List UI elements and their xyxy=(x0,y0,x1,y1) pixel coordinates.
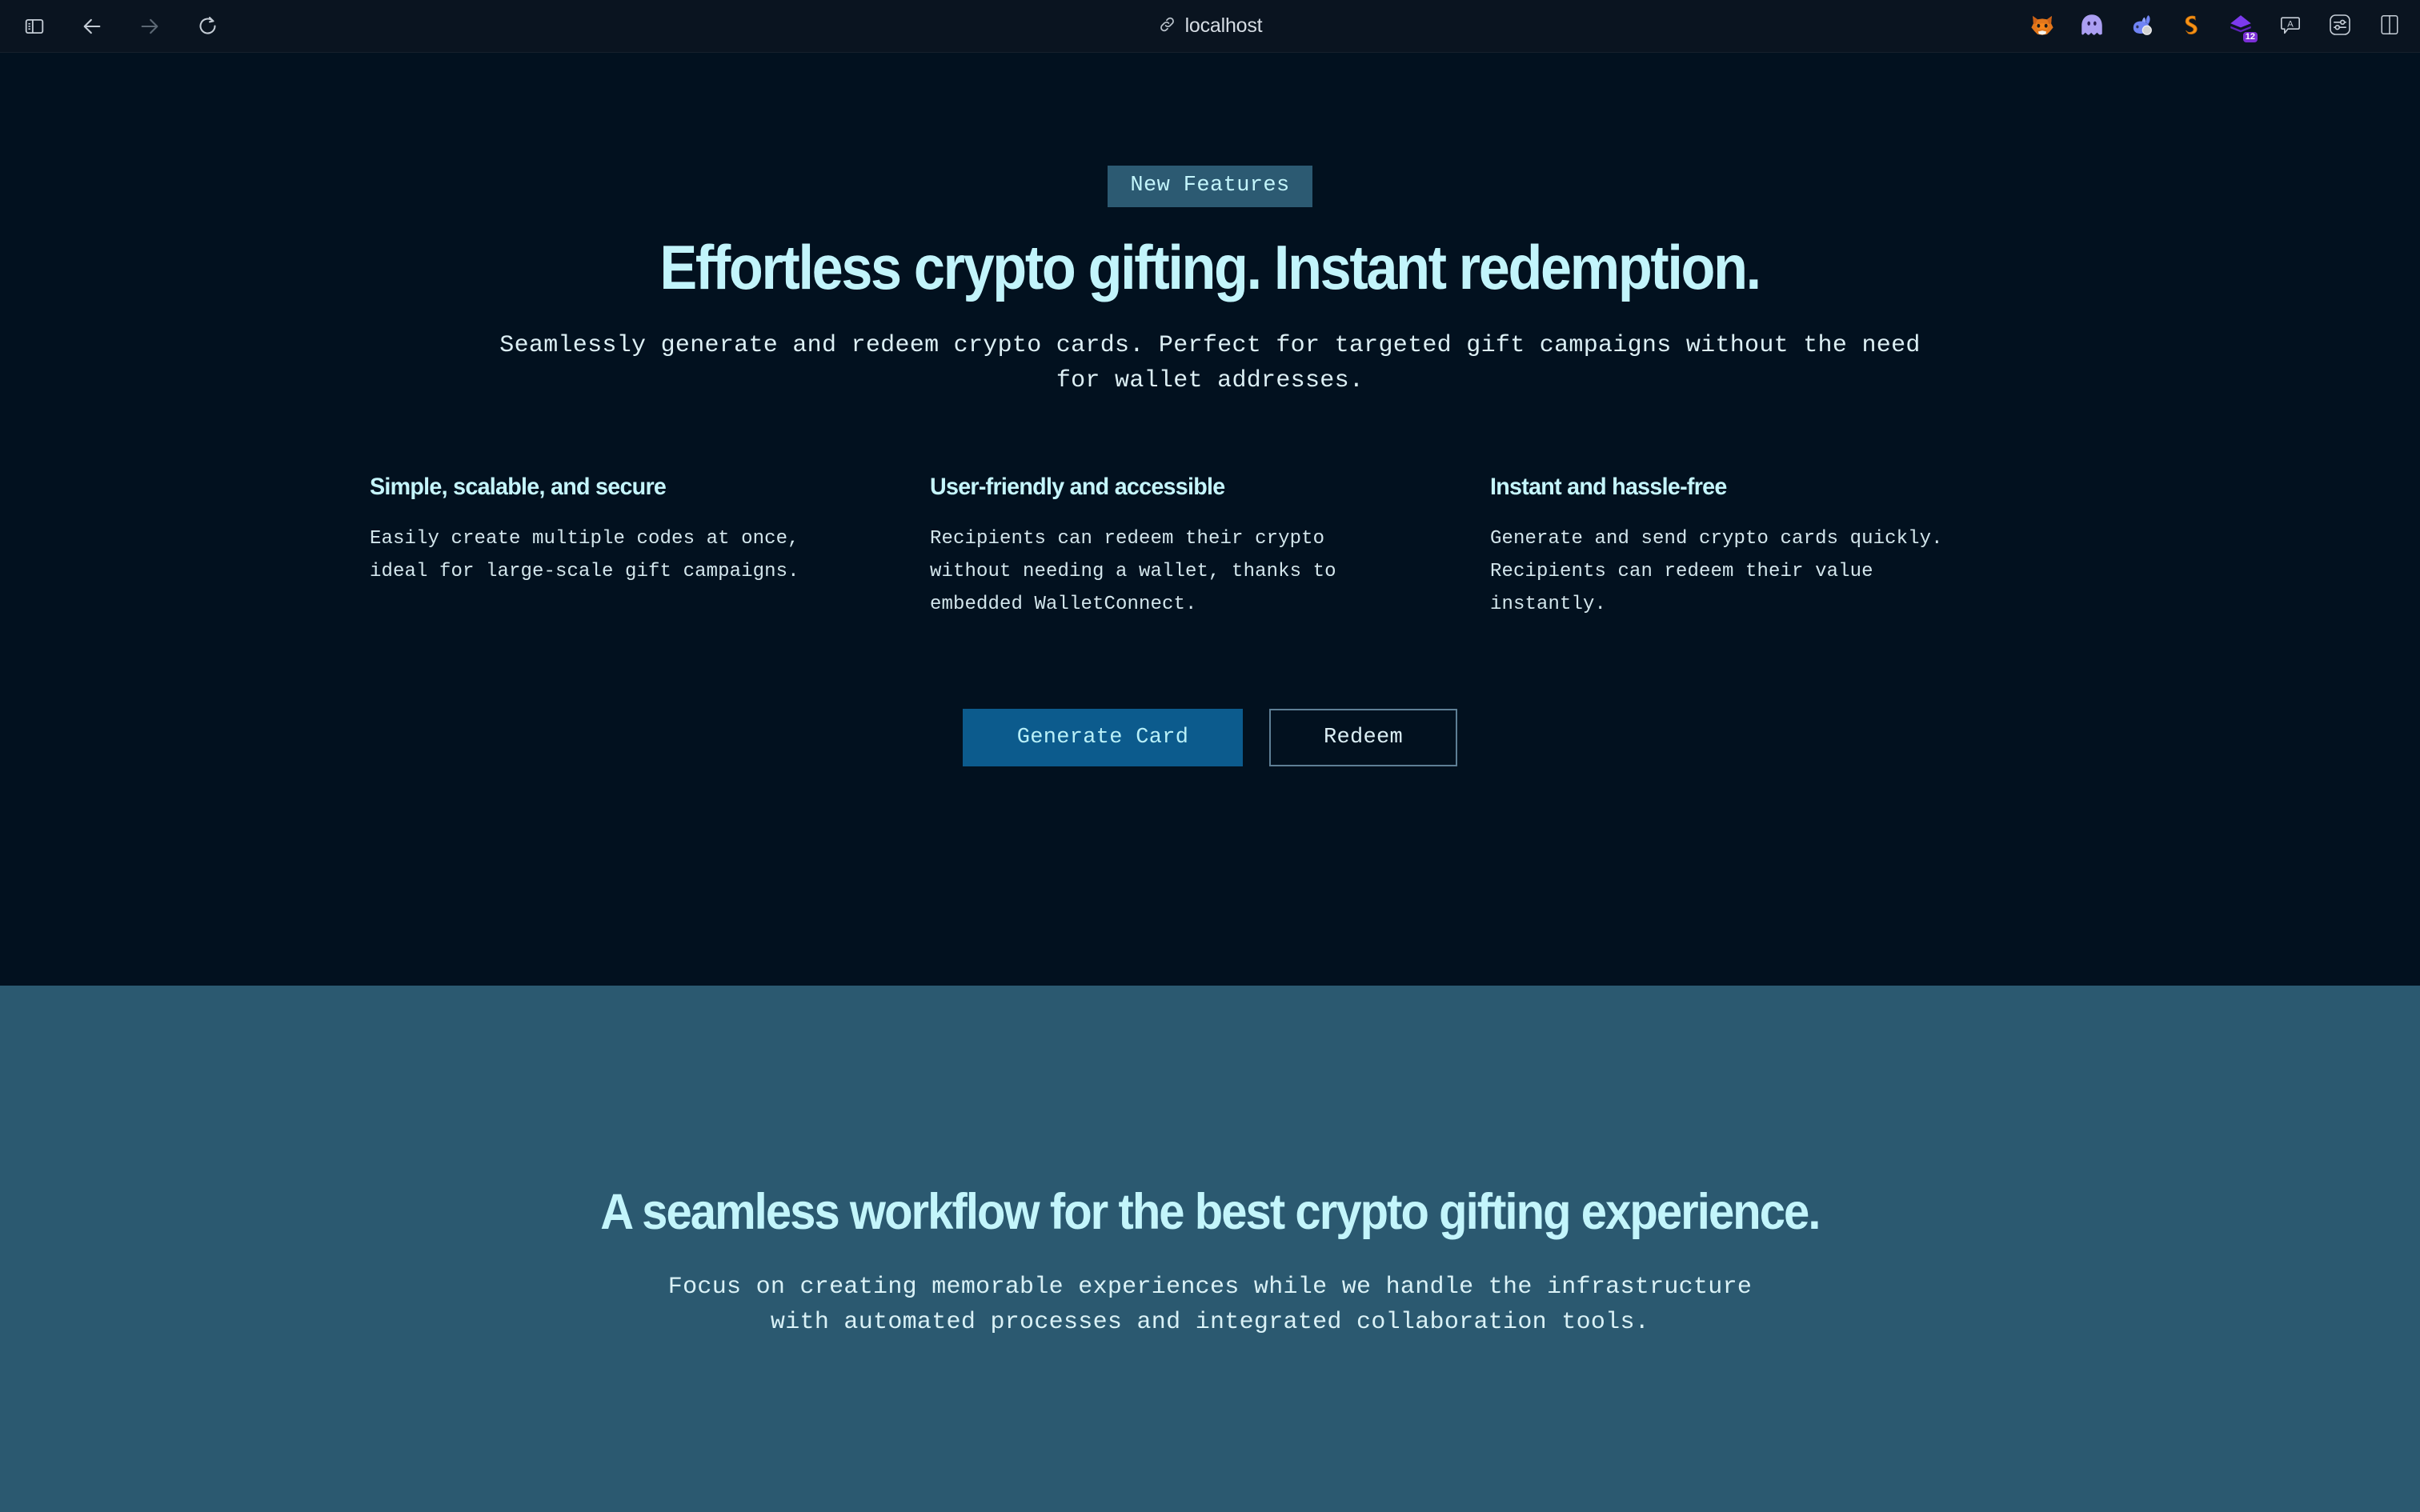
feature-title: Instant and hassle-free xyxy=(1490,473,1727,500)
sidebar-panel-icon xyxy=(24,16,45,37)
arrow-right-icon xyxy=(138,15,161,38)
hero-section: New Features Effortless crypto gifting. … xyxy=(0,53,2420,986)
arrow-left-icon xyxy=(81,15,103,38)
sidebar-toggle-button[interactable] xyxy=(18,10,51,43)
browser-nav-controls xyxy=(0,10,224,43)
snap-extension-button[interactable] xyxy=(2175,10,2207,42)
fox-icon xyxy=(2029,11,2056,42)
rabbit-icon xyxy=(2128,11,2155,42)
address-bar[interactable]: localhost xyxy=(1147,10,1274,42)
cta-button-row: Generate Card Redeem xyxy=(963,709,1457,767)
split-view-toggle-button[interactable] xyxy=(2374,10,2406,42)
translate-extension-button[interactable]: A xyxy=(2274,10,2306,42)
extension-toolbar: 12 A xyxy=(2026,0,2406,53)
workflow-subtitle: Focus on creating memorable experiences … xyxy=(667,1274,1753,1337)
address-bar-url: localhost xyxy=(1184,14,1263,37)
workflow-section: A seamless workflow for the best crypto … xyxy=(0,986,2420,1512)
redeem-button[interactable]: Redeem xyxy=(1269,709,1457,767)
diamond-extension-button[interactable]: 12 xyxy=(2225,10,2258,42)
extension-badge-count: 12 xyxy=(2242,32,2258,42)
phantom-wallet-extension-button[interactable] xyxy=(2076,10,2108,42)
reload-button[interactable] xyxy=(190,10,224,43)
reload-icon xyxy=(197,15,218,37)
feature-body: Generate and send crypto cards quickly. … xyxy=(1490,527,1943,616)
metamask-extension-button[interactable] xyxy=(2026,10,2058,42)
feature-title: Simple, scalable, and secure xyxy=(370,473,667,500)
settings-extension-button[interactable] xyxy=(2324,10,2356,42)
hero-title: Effortless crypto gifting. Instant redem… xyxy=(659,232,1762,302)
generate-card-button[interactable]: Generate Card xyxy=(963,709,1243,767)
split-panel-icon xyxy=(2378,13,2402,41)
feature-column-user-friendly-accessible: User-friendly and accessible Recipients … xyxy=(930,474,1490,622)
feature-title: User-friendly and accessible xyxy=(930,473,1225,500)
feature-body: Easily create multiple codes at once, id… xyxy=(370,527,799,582)
feature-columns: Simple, scalable, and secure Easily crea… xyxy=(370,474,2050,622)
ghost-icon xyxy=(2078,11,2105,42)
feature-body: Recipients can redeem their crypto witho… xyxy=(930,527,1336,616)
browser-toolbar: localhost 12 A xyxy=(0,0,2420,53)
svg-text:A: A xyxy=(2287,19,2294,29)
link-icon xyxy=(1158,15,1176,38)
workflow-title: A seamless workflow for the best crypto … xyxy=(600,1184,1821,1240)
sliders-icon xyxy=(2327,12,2353,42)
forward-button[interactable] xyxy=(133,10,166,43)
s-logo-icon xyxy=(2178,12,2204,42)
back-button[interactable] xyxy=(75,10,109,43)
rabby-wallet-extension-button[interactable] xyxy=(2126,10,2158,42)
new-features-badge: New Features xyxy=(1108,166,1312,207)
feature-column-instant-hassle-free: Instant and hassle-free Generate and sen… xyxy=(1490,474,2050,622)
speech-bubble-a-icon: A xyxy=(2278,12,2303,42)
hero-subtitle: Seamlessly generate and redeem crypto ca… xyxy=(499,332,1921,394)
feature-column-simple-scalable-secure: Simple, scalable, and secure Easily crea… xyxy=(370,474,930,622)
